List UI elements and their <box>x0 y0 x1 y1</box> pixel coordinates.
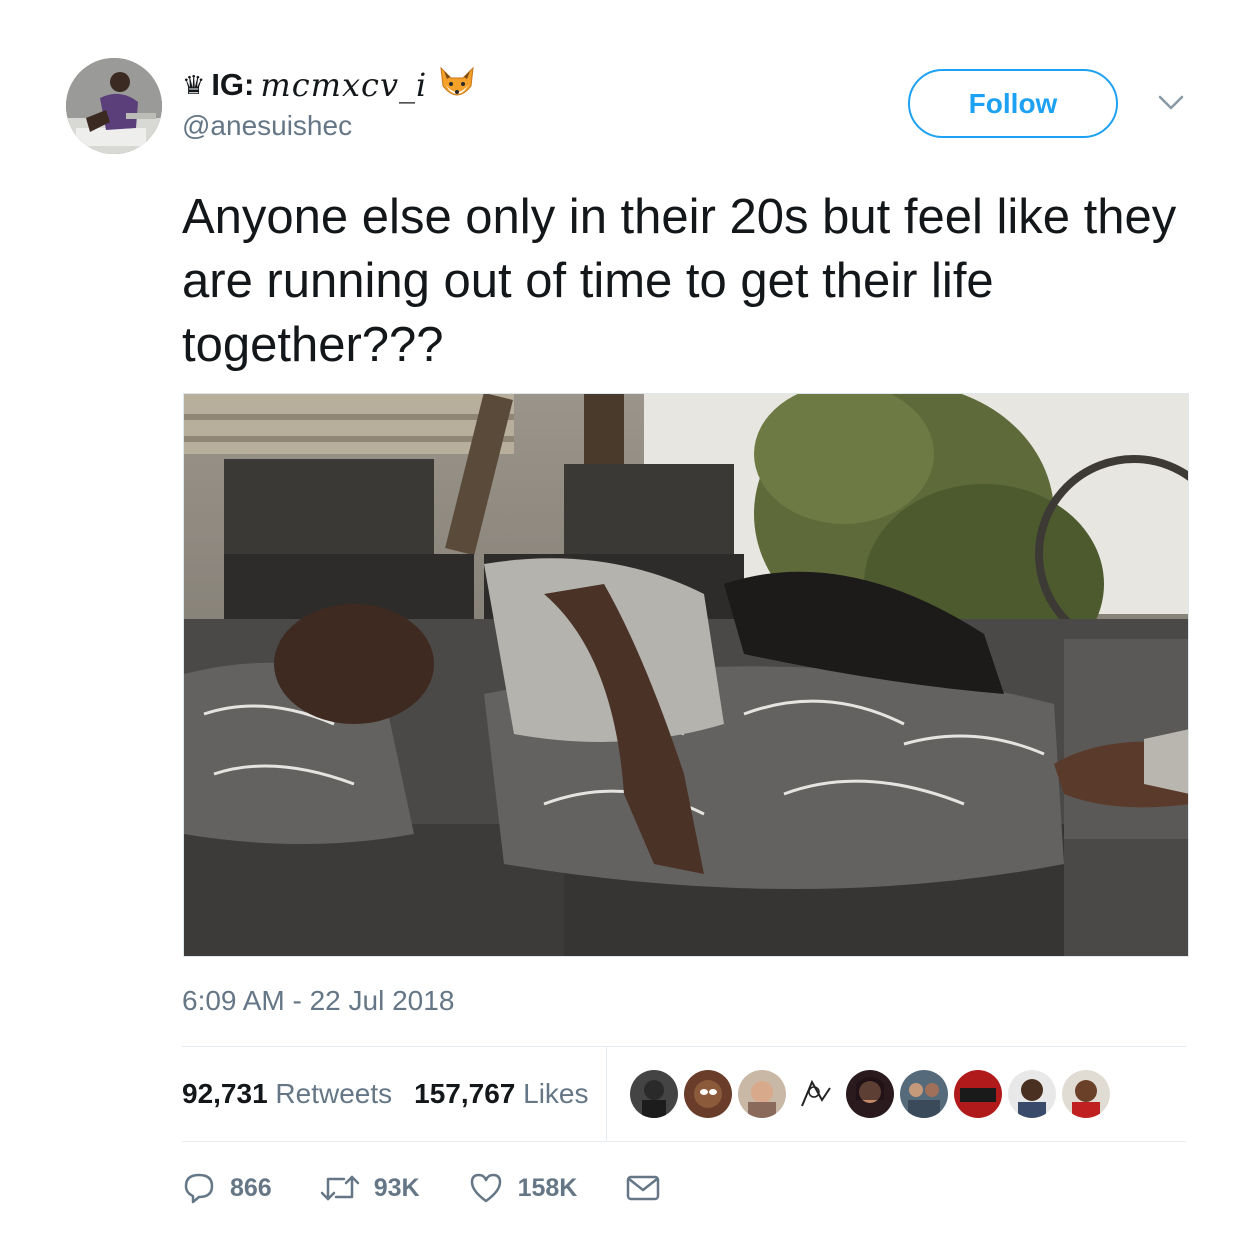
retweets-count: 92,731 <box>182 1078 268 1109</box>
envelope-icon <box>627 1175 660 1201</box>
liker-avatar[interactable] <box>846 1070 894 1118</box>
liker-avatar[interactable] <box>684 1070 732 1118</box>
user-avatar[interactable] <box>66 58 162 154</box>
direct-message-action[interactable] <box>625 1173 661 1203</box>
retweets-stat[interactable]: 92,731 Retweets <box>182 1078 392 1110</box>
reply-action[interactable]: 866 <box>182 1171 272 1205</box>
likes-stat[interactable]: 157,767 Likes <box>414 1078 588 1110</box>
liker-avatar[interactable] <box>792 1070 840 1118</box>
follow-button[interactable]: Follow <box>908 69 1118 138</box>
chevron-down-icon[interactable] <box>1156 92 1186 114</box>
liker-avatar[interactable] <box>630 1070 678 1118</box>
reply-count: 866 <box>230 1173 272 1202</box>
divider <box>182 1141 1186 1142</box>
like-count: 158K <box>517 1173 578 1202</box>
tweet-text: Anyone else only in their 20s but feel l… <box>182 190 1177 372</box>
display-name-script: mcmxcv_i <box>260 66 428 104</box>
likes-count: 157,767 <box>414 1078 516 1109</box>
retweet-icon <box>320 1175 359 1201</box>
liker-avatar[interactable] <box>738 1070 786 1118</box>
likers-avatars <box>630 1070 1110 1118</box>
tweet-timestamp[interactable]: 6:09 AM - 22 Jul 2018 <box>182 985 454 1017</box>
stats-separator <box>606 1047 607 1141</box>
heart-icon <box>470 1173 501 1203</box>
liker-avatar[interactable] <box>900 1070 948 1118</box>
like-action[interactable]: 158K <box>468 1171 578 1205</box>
retweets-label: Retweets <box>275 1078 393 1109</box>
display-name[interactable]: ♛ IG: mcmxcv_i <box>182 66 477 104</box>
tweet-photo[interactable] <box>183 393 1189 957</box>
crown-icon: ♛ <box>182 70 206 100</box>
likes-label: Likes <box>523 1078 589 1109</box>
liker-avatar[interactable] <box>954 1070 1002 1118</box>
display-name-prefix: IG: <box>211 67 255 102</box>
fox-emoji-icon <box>437 66 477 104</box>
username[interactable]: @anesuishec <box>182 110 352 142</box>
tweet-stats: 92,731 Retweets 157,767 Likes <box>182 1047 1186 1141</box>
retweet-action[interactable]: 93K <box>320 1171 420 1205</box>
reply-icon <box>184 1173 214 1204</box>
liker-avatar[interactable] <box>1062 1070 1110 1118</box>
retweet-count: 93K <box>373 1173 420 1202</box>
liker-avatar[interactable] <box>1008 1070 1056 1118</box>
tweet-actions: 866 93K 158K <box>182 1164 709 1212</box>
